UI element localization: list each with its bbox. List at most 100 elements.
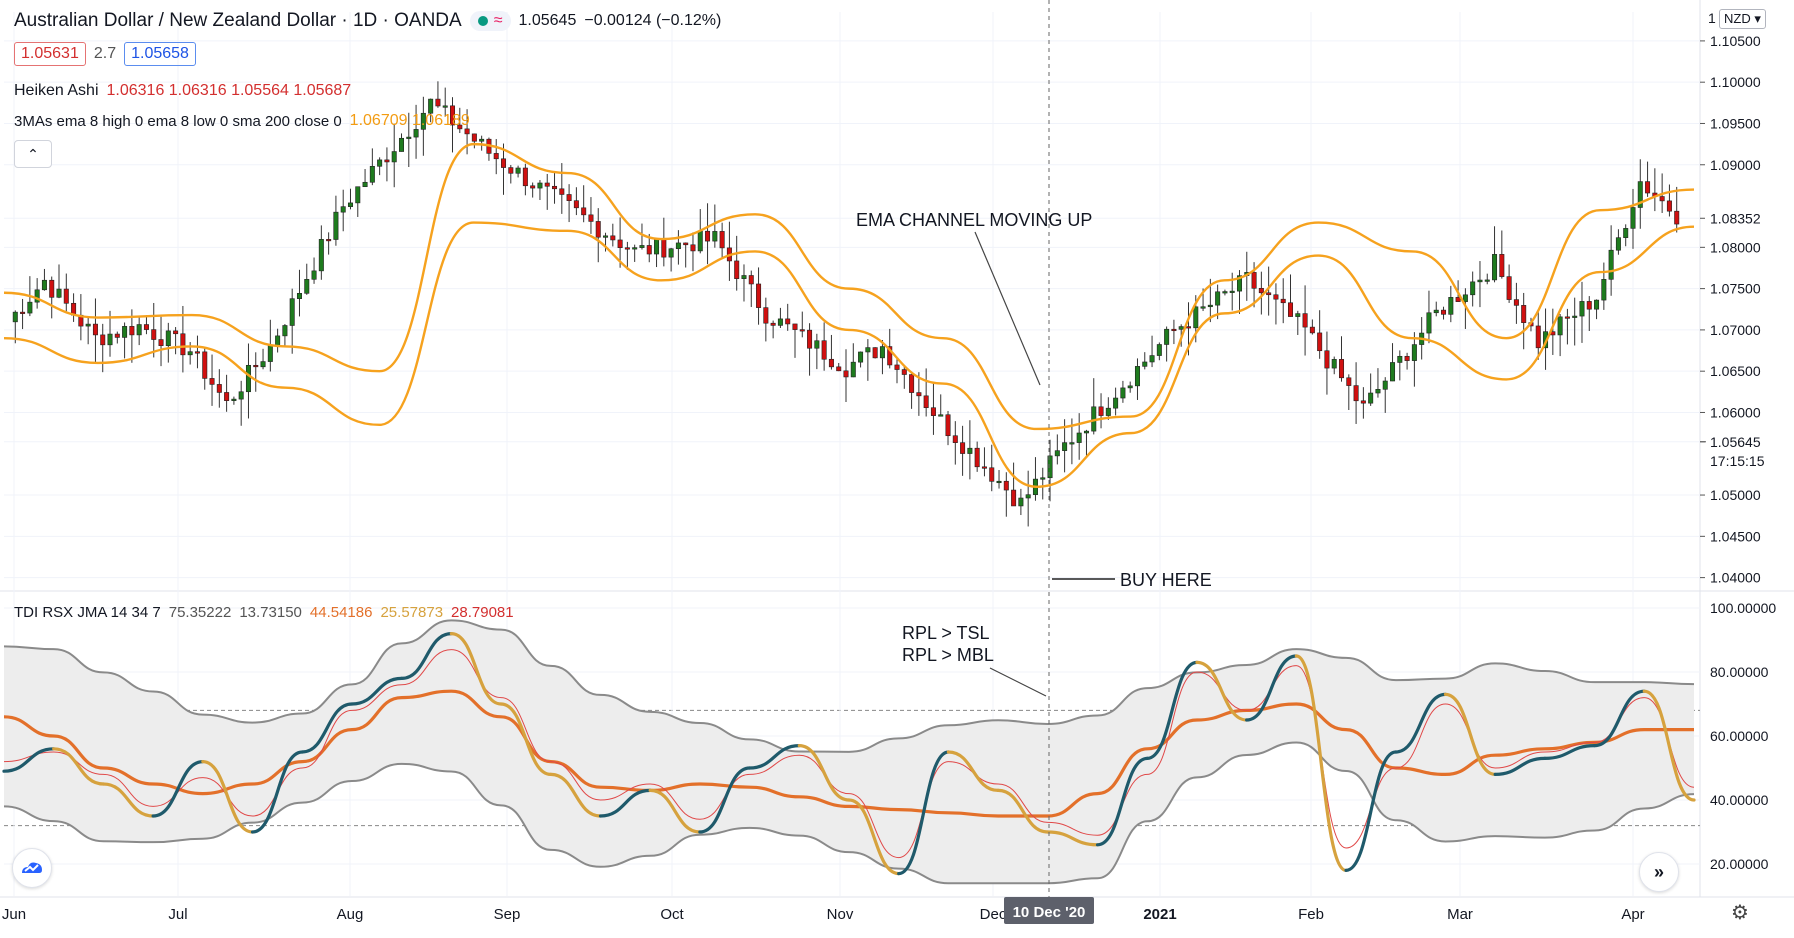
bull-candle (1083, 430, 1089, 434)
bear-candle (1098, 406, 1104, 416)
bear-candle (1280, 298, 1286, 304)
bear-candle (224, 392, 230, 401)
heiken-legend[interactable]: Heiken Ashi 1.06316 1.06316 1.05564 1.05… (14, 82, 351, 100)
bear-candle (690, 244, 696, 252)
bear-candle (1499, 254, 1505, 277)
bull-candle (333, 211, 339, 240)
bear-candle (1666, 200, 1672, 212)
settings-gear-icon[interactable]: ⚙ (1731, 900, 1749, 925)
crosshair-date-label: 10 Dec '20 (1013, 904, 1086, 921)
bear-candle (1455, 297, 1461, 302)
tdi-value-2: 13.73150 (239, 604, 302, 621)
bull-candle (814, 340, 820, 349)
tradingview-logo-button[interactable] (12, 848, 52, 888)
bear-candle (1506, 276, 1512, 300)
bear-candle (770, 322, 776, 326)
bull-candle (1164, 328, 1170, 345)
bull-candle (1331, 359, 1337, 369)
countdown-label: 17:15:15 (1710, 453, 1765, 469)
bull-candle (1193, 306, 1199, 329)
bull-candle (1368, 392, 1374, 404)
bear-candle (588, 214, 594, 222)
ask-box[interactable]: 1.05658 (124, 42, 196, 66)
bull-candle (1025, 494, 1031, 499)
price-tick-label: 1.04000 (1710, 570, 1761, 586)
price-change: −0.00124 (−0.12%) (584, 12, 722, 29)
market-open-icon (477, 16, 488, 26)
bear-candle (194, 351, 200, 354)
bull-candle (632, 247, 638, 250)
tdi-legend[interactable]: TDI RSX JMA 14 34 7 75.35222 13.73150 44… (14, 604, 514, 621)
osc-tick-label: 60.00000 (1710, 728, 1769, 744)
tdi-value-5: 28.79081 (451, 604, 514, 621)
bull-candle (865, 347, 871, 353)
chart-canvas[interactable]: 1.10500 1.10000 1.09500 1.09000 1.08352 1.080… (0, 0, 1794, 938)
bull-candle (1040, 477, 1046, 480)
ema-high-line (3, 142, 1695, 431)
bear-candle (836, 366, 842, 372)
bear-candle (501, 158, 507, 168)
price-tick-label: 1.07500 (1710, 281, 1761, 297)
price-tick-label: 1.05645 (1710, 434, 1761, 450)
osc-tick-label: 80.00000 (1710, 664, 1769, 680)
bull-candle (1054, 450, 1060, 457)
bull-candle (879, 346, 885, 359)
osc-tick-label: 100.00000 (1710, 600, 1776, 616)
bull-candle (1113, 397, 1119, 409)
bear-candle (624, 247, 630, 250)
bull-candle (1156, 344, 1162, 356)
currency-selector[interactable]: NZD ▾ (1719, 9, 1766, 29)
bear-candle (828, 358, 834, 368)
bull-candle (41, 279, 47, 291)
bull-candle (1382, 380, 1388, 390)
mas-legend[interactable]: 3MAs ema 8 high 0 ema 8 low 0 sma 200 cl… (14, 112, 470, 130)
bear-candle (1360, 400, 1366, 404)
bear-candle (544, 182, 550, 187)
bull-candle (675, 242, 681, 250)
bull-candle (85, 323, 91, 327)
price-tick-label: 1.06500 (1710, 363, 1761, 379)
bear-candle (1564, 316, 1570, 319)
price-tick-label: 1.04500 (1710, 528, 1761, 544)
bear-candle (1185, 326, 1191, 329)
bid-box[interactable]: 1.05631 (14, 42, 86, 66)
bear-candle (1011, 489, 1017, 507)
bull-candle (1295, 313, 1301, 317)
ema-low-line (3, 221, 1695, 488)
bear-candle (909, 374, 915, 393)
bear-candle (960, 442, 966, 454)
bear-candle (705, 230, 711, 242)
rpl-mbl-annotation: RPL > MBL (902, 645, 994, 665)
scroll-to-realtime-button[interactable]: » (1639, 852, 1679, 892)
last-price: 1.05645 (518, 12, 577, 29)
bull-candle (537, 182, 543, 189)
status-pill[interactable]: ≈ (469, 11, 511, 31)
bull-candle (1615, 237, 1621, 251)
bull-candle (1018, 497, 1024, 507)
bull-candle (275, 335, 281, 346)
price-tick-label: 1.06000 (1710, 404, 1761, 420)
bull-candle (1222, 291, 1228, 294)
tdi-value-1: 75.35222 (168, 604, 232, 621)
bull-candle (1630, 207, 1636, 229)
bear-candle (792, 323, 798, 330)
bull-candle (1448, 297, 1454, 315)
tdi-value-4: 25.57873 (380, 604, 444, 621)
bear-candle (1346, 377, 1352, 386)
bear-candle (384, 159, 390, 163)
bull-candle (1411, 344, 1417, 361)
bear-candle (129, 326, 135, 336)
bear-candle (1003, 480, 1009, 491)
ema-annotation: EMA CHANNEL MOVING UP (856, 210, 1092, 230)
bull-candle (712, 231, 718, 242)
symbol-header: Australian Dollar / New Zealand Dollar ·… (14, 10, 721, 32)
bull-candle (282, 325, 288, 337)
bear-candle (92, 323, 98, 336)
bull-candle (1047, 455, 1053, 479)
collapse-legend-button[interactable]: ⌃ (14, 140, 52, 168)
bear-candle (1258, 287, 1264, 294)
bull-candle (668, 248, 674, 258)
bear-candle (1674, 210, 1680, 225)
bear-candle (253, 364, 259, 368)
bull-candle (741, 275, 747, 279)
